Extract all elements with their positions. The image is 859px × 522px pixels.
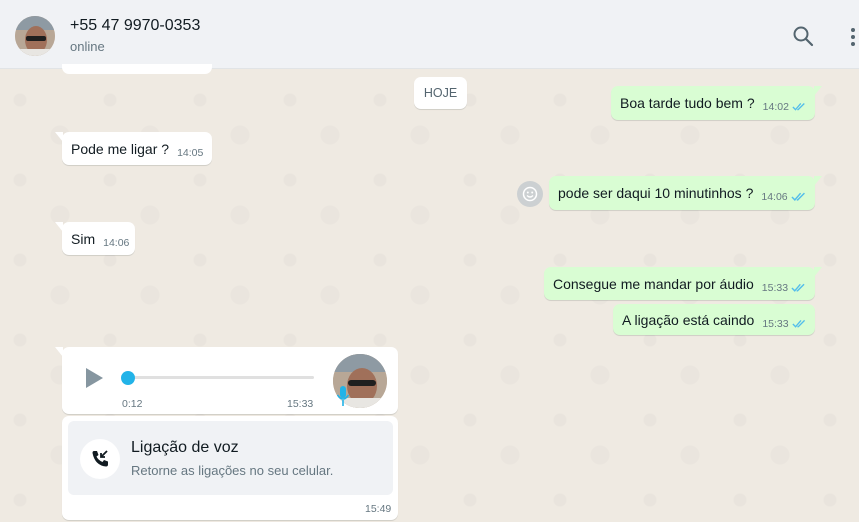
message-in[interactable]: Pode me ligar ? 14:05 [55,132,212,165]
audio-progress-knob[interactable] [121,371,135,385]
message-text: Sim [71,230,96,247]
message-time: 15:33 [761,281,789,294]
date-separator: HOJE [414,77,467,109]
call-title: Ligação de voz [131,439,239,456]
menu-icon[interactable] [848,27,858,47]
read-ticks-icon [791,283,805,292]
read-ticks-icon [791,192,805,201]
message-text: pode ser daqui 10 minutinhos ? [558,185,754,201]
message-time: 14:06 [103,236,130,249]
message-text: A ligação está caindo [622,311,755,328]
message-time: 14:02 [762,101,789,113]
message-in[interactable]: Sim 14:06 [55,222,135,255]
voice-call-card[interactable]: Ligação de voz Retorne as ligações no se… [68,421,393,495]
audio-progress-track[interactable] [124,376,314,379]
message-time: 15:33 [762,317,789,330]
contact-status: online [70,39,105,54]
search-icon[interactable] [792,25,814,47]
call-subtitle: Retorne as ligações no seu celular. [131,463,334,478]
contact-name[interactable]: +55 47 9970-0353 [70,17,200,35]
chat-header: +55 47 9970-0353 online [0,0,859,69]
contact-avatar[interactable] [15,16,55,56]
emoji-reaction-icon[interactable] [517,181,543,207]
play-icon[interactable] [83,367,105,389]
partial-message-bubble [62,64,212,74]
message-time: 15:49 [365,503,392,515]
message-time: 14:05 [177,146,204,159]
message-time: 14:06 [761,191,788,203]
message-text: Pode me ligar ? [71,140,170,157]
missed-call-icon [80,439,120,479]
audio-duration: 0:12 [122,398,143,410]
message-text: Boa tarde tudo bem ? [620,95,755,111]
message-text: Consegue me mandar por áudio [553,275,754,292]
message-out[interactable]: Consegue me mandar por áudio 15:33 [544,267,822,300]
read-ticks-icon [792,319,805,328]
read-ticks-icon [792,103,805,111]
message-out[interactable]: pode ser daqui 10 minutinhos ? 14:06 [549,176,822,210]
message-time: 15:33 [287,398,314,410]
message-out[interactable]: Boa tarde tudo bem ? 14:02 [611,86,822,120]
message-out[interactable]: A ligação está caindo 15:33 [613,304,815,335]
microphone-icon [336,385,350,407]
audio-message: 0:12 15:33 [55,347,398,414]
voice-call-message: Ligação de voz Retorne as ligações no se… [62,416,398,520]
